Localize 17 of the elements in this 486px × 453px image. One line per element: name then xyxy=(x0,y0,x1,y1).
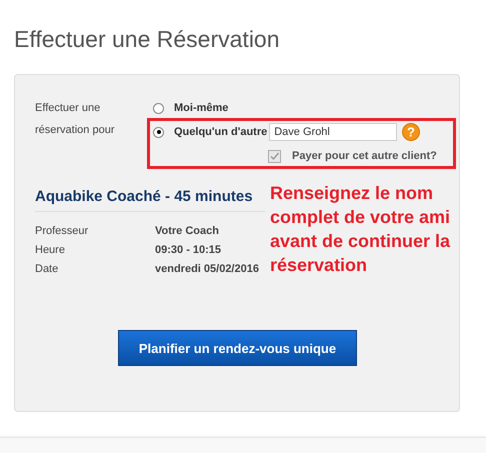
session-heading: Aquabike Coaché - 45 minutes xyxy=(35,188,265,212)
radio-button[interactable] xyxy=(153,102,164,114)
detail-value: Votre Coach xyxy=(155,225,220,237)
radio-label: Quelqu'un d'autre xyxy=(174,126,268,138)
radio-label: Moi-même xyxy=(174,102,228,114)
radio-button[interactable] xyxy=(153,126,164,138)
annotation-text: Renseignez le nom complet de votre ami avant de continuer la réservation xyxy=(270,182,452,277)
detail-value: 09:30 - 10:15 xyxy=(155,244,222,256)
detail-label: Date xyxy=(35,263,60,275)
detail-label: Professeur xyxy=(35,225,90,237)
field-label: Effectuer une réservation pour xyxy=(35,101,116,138)
detail-value: vendredi 05/02/2016 xyxy=(155,263,260,275)
name-input-field[interactable]: Dave Grohl xyxy=(269,123,398,141)
schedule-button[interactable]: Planifier un rendez-vous unique xyxy=(118,330,357,366)
detail-label: Heure xyxy=(35,244,66,256)
checkbox-label: Payer pour cet autre client? xyxy=(292,150,437,162)
page-title: Effectuer une Réservation xyxy=(13,25,281,54)
